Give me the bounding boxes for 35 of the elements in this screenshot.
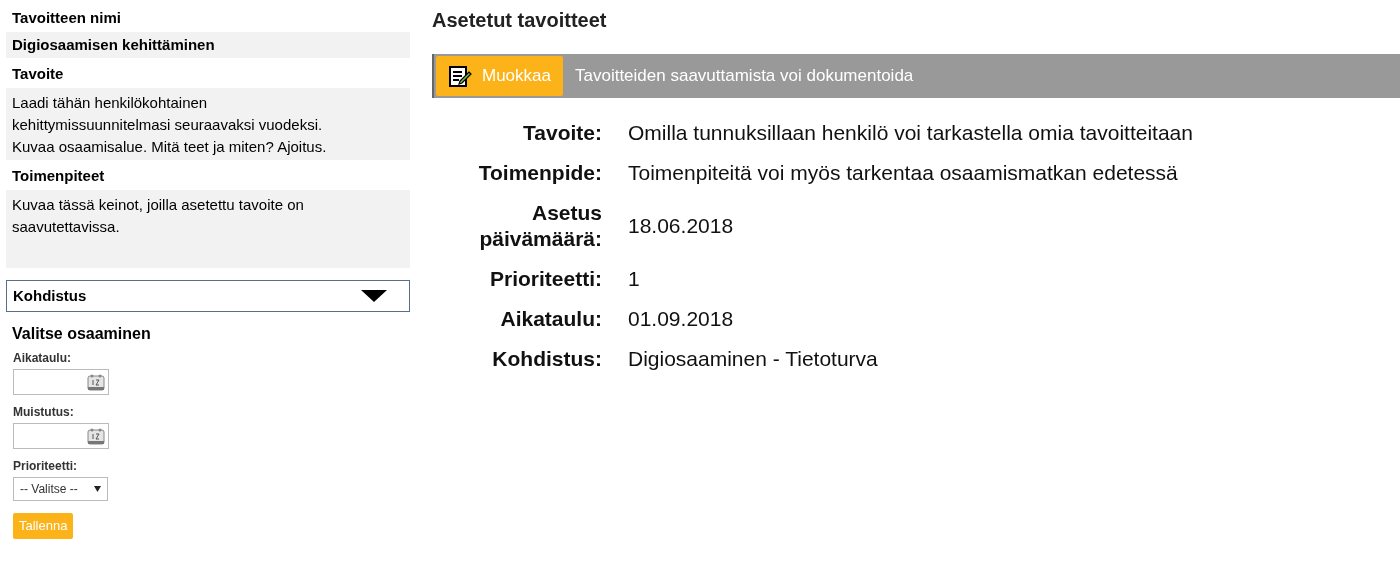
dropdown[interactable]: Kohdistus — [6, 280, 410, 312]
detail-label: Tavoite: — [522, 120, 602, 146]
dropdown-label: Kohdistus — [13, 285, 87, 306]
toolbar-hint: Tavoitteiden saavuttamista voi dokumentoida — [575, 65, 914, 88]
field-label: Tavoitteen nimi — [11, 8, 122, 28]
field-label: Toimenpiteet — [11, 166, 106, 186]
page-title: Asetetut tavoitteet — [432, 8, 608, 33]
detail-value: Omilla tunnuksillaan henkilö voi tarkastella omia tavoitteitaan — [628, 120, 1194, 146]
detail-value: 18.06.2018 — [628, 213, 735, 239]
caret-icon — [361, 290, 387, 302]
caret-icon — [94, 486, 101, 492]
select-value: -- Valitse -- — [20, 481, 78, 498]
text-field[interactable]: Digiosaamisen kehittäminen — [6, 32, 410, 58]
field-label: Tavoite — [11, 64, 65, 84]
detail-label: Asetus päivämäärä: — [478, 200, 602, 252]
text-area[interactable]: Kuvaa tässä keinot, joilla asetettu tavoite on saavutettavissa. — [6, 190, 410, 268]
calendar-icon[interactable] — [86, 372, 106, 392]
text-area[interactable]: Laadi tähän henkilökohtainen kehittymissuunnitelmasi seuraavaksi vuodeksi. Kuvaa osaamisalue. Mitä teet ja miten? Ajoitus. — [6, 88, 410, 160]
detail-label: Toimenpide: — [477, 160, 602, 186]
field-label: Aikataulu: — [12, 350, 72, 367]
calendar-icon[interactable] — [86, 426, 106, 446]
detail-value: 01.09.2018 — [628, 306, 735, 332]
detail-value: Toimenpiteitä voi myös tarkentaa osaamismatkan edetessä — [628, 160, 1179, 186]
field-label: Prioriteetti: — [12, 458, 78, 475]
date-field[interactable] — [13, 369, 109, 395]
select-field[interactable]: -- Valitse -- — [13, 477, 108, 501]
edit-icon — [448, 64, 472, 88]
detail-label: Prioriteetti: — [489, 266, 602, 292]
field-label: Muistutus: — [12, 404, 75, 421]
detail-label: Aikataulu: — [499, 306, 602, 332]
date-field[interactable] — [13, 423, 109, 449]
detail-label: Kohdistus: — [491, 346, 602, 372]
subheading: Valitse osaaminen — [11, 324, 152, 344]
detail-value: Digiosaaminen - Tietoturva — [628, 346, 879, 372]
detail-value: 1 — [628, 266, 641, 292]
